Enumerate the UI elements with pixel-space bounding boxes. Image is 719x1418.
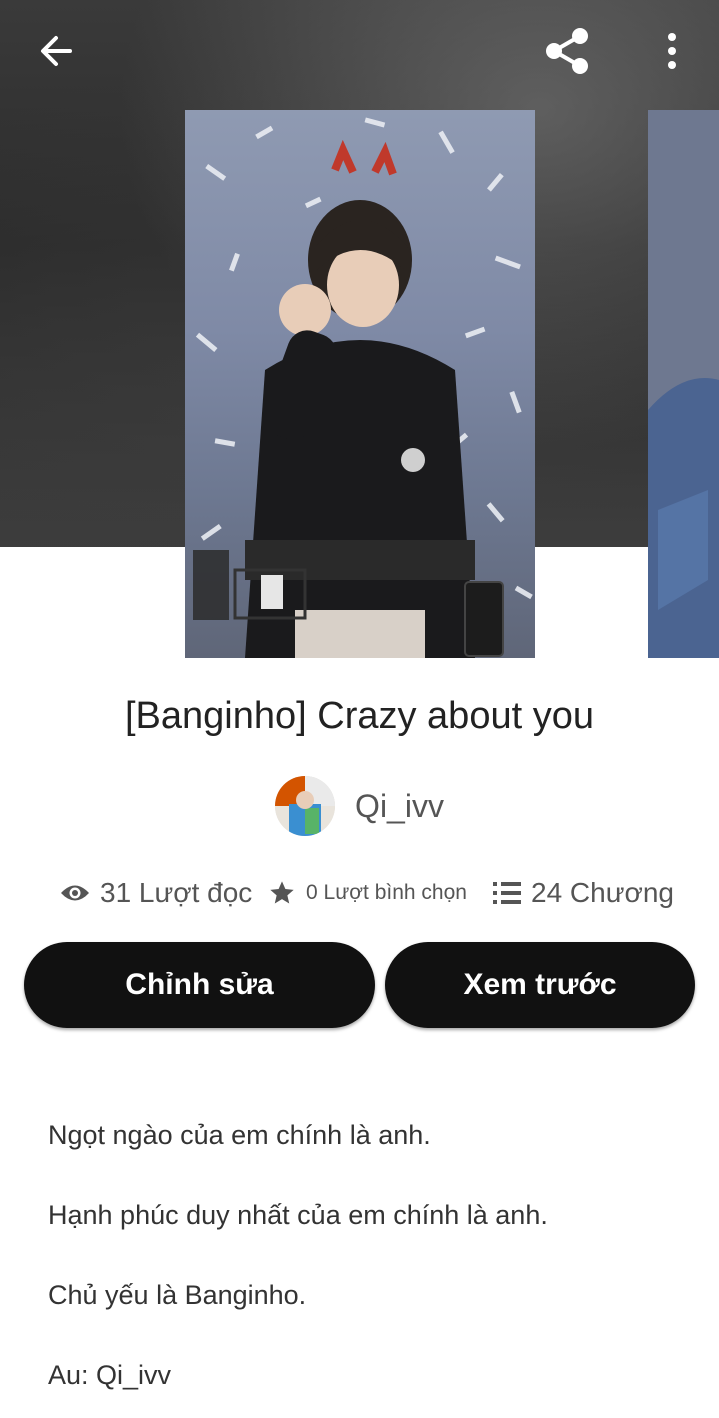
preview-button[interactable]: Xem trước bbox=[385, 942, 695, 1028]
arrow-left-icon bbox=[36, 31, 76, 76]
star-icon bbox=[268, 879, 296, 907]
back-button[interactable] bbox=[28, 25, 84, 81]
votes-stat: 0 Lượt bình chọn bbox=[268, 868, 467, 918]
next-story-cover[interactable] bbox=[648, 110, 719, 658]
eye-icon bbox=[60, 882, 90, 904]
parts-count: 24 Chương bbox=[531, 877, 674, 908]
description-line: Hạnh phúc duy nhất của em chính là anh. bbox=[48, 1200, 548, 1230]
edit-button[interactable]: Chỉnh sửa bbox=[24, 942, 375, 1028]
description-line: Au: Qi_ivv bbox=[48, 1360, 172, 1390]
story-cover[interactable] bbox=[185, 110, 535, 658]
list-icon bbox=[493, 881, 521, 905]
author-name[interactable]: Qi_ivv bbox=[355, 788, 444, 825]
reads-count: 31 Lượt đọc bbox=[100, 877, 253, 908]
cover-artwork bbox=[193, 117, 533, 658]
votes-count: 0 Lượt bình chọn bbox=[306, 881, 467, 904]
share-icon bbox=[542, 25, 594, 82]
stats-row: 31 Lượt đọc 0 Lượt bình chọn 24 Chương bbox=[0, 868, 719, 918]
author-row[interactable]: Qi_ivv bbox=[0, 776, 719, 836]
description-line: Chủ yếu là Banginho. bbox=[48, 1280, 307, 1310]
next-cover-artwork bbox=[648, 110, 719, 658]
description-line: Ngọt ngào của em chính là anh. bbox=[48, 1120, 431, 1150]
avatar[interactable] bbox=[275, 776, 336, 836]
more-vertical-icon bbox=[664, 31, 680, 76]
reads-stat: 31 Lượt đọc bbox=[60, 868, 252, 918]
parts-stat: 24 Chương bbox=[493, 868, 674, 918]
story-title: [Banginho] Crazy about you bbox=[125, 695, 594, 737]
share-button[interactable] bbox=[540, 25, 596, 81]
more-options-button[interactable] bbox=[644, 25, 700, 81]
